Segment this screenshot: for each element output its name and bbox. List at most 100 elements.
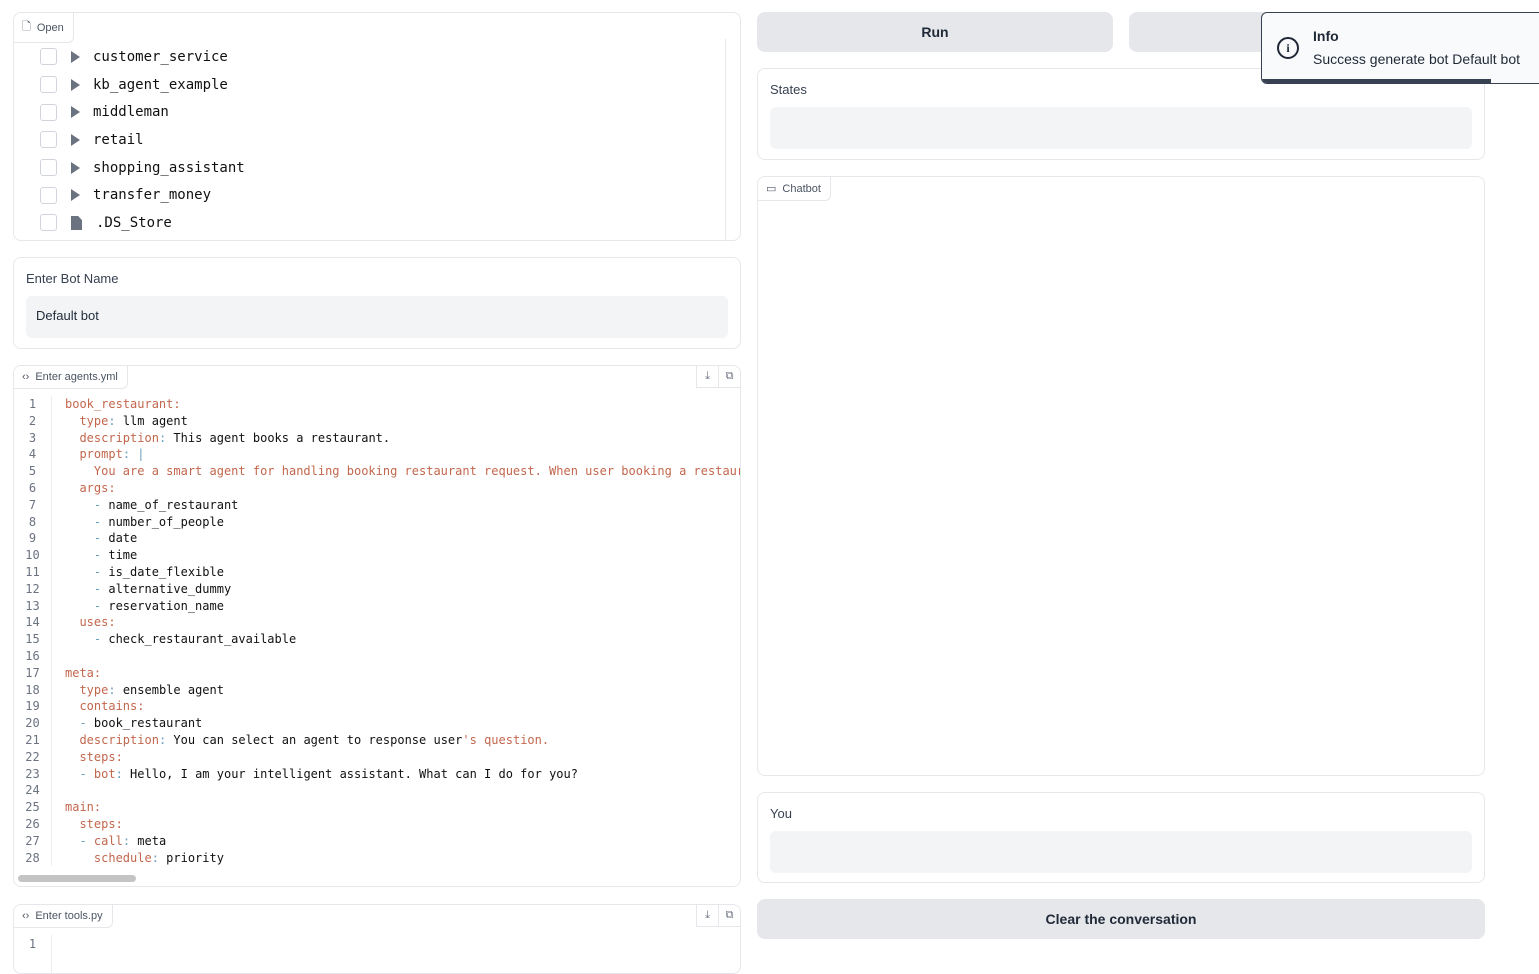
bot-name-input[interactable]: Default bot	[26, 296, 728, 338]
code-line: contains:	[79, 699, 145, 714]
code-line: - name_of_restaurant	[93, 497, 239, 512]
tree-item[interactable]: .DS_Store	[14, 209, 725, 237]
code-line: type: ensemble agent	[79, 682, 224, 697]
tree-item-label: middleman	[93, 104, 169, 121]
toast-message: Success generate bot Default bot	[1313, 51, 1521, 67]
tree-item-label: shopping_assistant	[93, 159, 245, 176]
expand-arrow-icon[interactable]	[71, 78, 80, 91]
clear-conversation-button[interactable]: Clear the conversation	[757, 899, 1485, 939]
tree-item-label: customer_service	[93, 48, 228, 65]
download-icon[interactable]: ⤓	[696, 366, 718, 388]
tree-item[interactable]: shopping_assistant	[14, 154, 725, 182]
code-line: - check_restaurant_available	[93, 632, 297, 647]
file-icon: 🗋	[22, 21, 31, 33]
horizontal-scrollbar[interactable]	[18, 875, 136, 882]
code-line: You are a smart agent for handling booki…	[65, 464, 741, 479]
line-number: 7	[14, 496, 52, 514]
checkbox[interactable]	[40, 131, 57, 149]
tree-item-label: kb_agent_example	[93, 76, 228, 93]
code-line: book_restaurant:	[65, 397, 181, 411]
line-number: 23	[14, 765, 52, 783]
code-line: type: llm agent	[79, 413, 188, 428]
file-explorer-tag: 🗋 Open	[14, 13, 74, 43]
expand-arrow-icon[interactable]	[71, 161, 80, 174]
tree-item[interactable]: retail	[14, 126, 725, 154]
expand-arrow-icon[interactable]	[71, 50, 80, 63]
line-number: 18	[14, 681, 52, 699]
line-number: 14	[14, 614, 52, 632]
copy-icon[interactable]: ⧉	[718, 905, 740, 927]
code-line: description: This agent books a restaura…	[79, 430, 391, 445]
tree-item-label: retail	[93, 131, 144, 148]
line-number: 27	[14, 832, 52, 850]
code-line: - book_restaurant	[79, 716, 203, 731]
line-number: 3	[14, 429, 52, 447]
line-number: 13	[14, 597, 52, 615]
line-number: 28	[14, 849, 52, 867]
line-number: 12	[14, 580, 52, 598]
line-number: 10	[14, 547, 52, 564]
you-field: You	[757, 792, 1485, 883]
agents-editor-tag: ‹› Enter agents.yml	[14, 366, 128, 389]
line-number: 20	[14, 715, 52, 732]
code-line: steps:	[79, 749, 123, 764]
line-number: 24	[14, 782, 52, 800]
checkbox[interactable]	[40, 103, 57, 121]
line-number: 6	[14, 480, 52, 497]
code-line: schedule: priority	[93, 850, 224, 865]
toast: i Info Success generate bot Default bot	[1261, 12, 1539, 84]
checkbox[interactable]	[40, 214, 57, 232]
line-number: 4	[14, 446, 52, 464]
line-number: 16	[14, 648, 52, 665]
line-number: 8	[14, 513, 52, 531]
code-line: steps:	[79, 817, 123, 831]
line-number: 19	[14, 698, 52, 716]
code-icon: ‹›	[22, 371, 30, 383]
line-number: 17	[14, 664, 52, 682]
tree-item[interactable]: customer_service	[14, 43, 725, 71]
code-line: - call: meta	[79, 833, 167, 848]
checkbox[interactable]	[40, 48, 57, 66]
code-line: - date	[93, 531, 138, 546]
you-input[interactable]	[770, 831, 1472, 873]
tree-item[interactable]: transfer_money	[14, 181, 725, 209]
line-number: 9	[14, 530, 52, 548]
file-icon	[71, 215, 82, 230]
code-line: args:	[79, 481, 116, 495]
checkbox[interactable]	[40, 186, 57, 204]
chatbot-tag: ▭ Chatbot	[758, 177, 831, 201]
code-icon: ‹›	[22, 910, 30, 922]
line-number: 5	[14, 463, 52, 480]
states-input[interactable]	[770, 107, 1472, 149]
download-icon[interactable]: ⤓	[696, 905, 718, 927]
code-line: meta:	[65, 665, 102, 680]
tools-editor-tag: ‹› Enter tools.py	[14, 905, 113, 928]
tree-item[interactable]: kb_agent_example	[14, 71, 725, 99]
toast-progress	[1262, 79, 1491, 83]
code-line: - alternative_dummy	[93, 581, 232, 596]
line-number: 21	[14, 732, 52, 749]
line-number: 11	[14, 564, 52, 581]
code-line: - is_date_flexible	[93, 565, 224, 579]
tree-item[interactable]: middleman	[14, 98, 725, 126]
code-line: - number_of_people	[93, 514, 224, 529]
chatbot: ▭ Chatbot	[757, 176, 1485, 776]
code-line: - reservation_name	[93, 598, 224, 613]
code-line: description: You can select an agent to …	[79, 733, 550, 747]
expand-arrow-icon[interactable]	[71, 106, 80, 119]
expand-arrow-icon[interactable]	[71, 189, 80, 202]
run-button[interactable]: Run	[757, 12, 1113, 52]
file-explorer: 🗋 Open customer_service kb_agent_examplemi…	[13, 12, 741, 241]
copy-icon[interactable]: ⧉	[718, 366, 740, 388]
code-line: main:	[65, 800, 102, 815]
code-line: - time	[93, 548, 138, 563]
checkbox[interactable]	[40, 159, 57, 177]
code-line: uses:	[79, 615, 116, 630]
expand-arrow-icon[interactable]	[71, 133, 80, 146]
checkbox[interactable]	[40, 76, 57, 94]
line-number: 15	[14, 631, 52, 648]
scrollbar[interactable]	[725, 39, 726, 240]
code-line: - bot: Hello, I am your intelligent assi…	[79, 766, 578, 781]
line-number: 22	[14, 748, 52, 766]
tree-item-label: .DS_Store	[96, 214, 172, 231]
